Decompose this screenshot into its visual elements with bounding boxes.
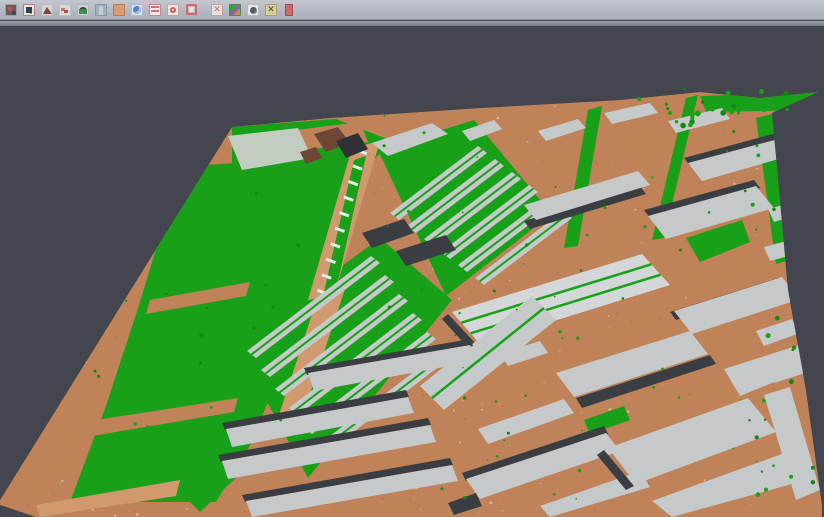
- clear-selection-button[interactable]: ✕: [209, 2, 225, 18]
- align-region-icon: [23, 4, 35, 16]
- classification-colors-icon: [229, 4, 241, 16]
- red-layers-icon: [149, 4, 161, 16]
- sparse-points-icon: [59, 4, 71, 16]
- 3d-viewport[interactable]: [0, 26, 824, 517]
- clear-selection-icon: ✕: [211, 4, 223, 16]
- terrain-model-icon: [77, 4, 89, 16]
- classification-colors-button[interactable]: [227, 2, 243, 18]
- red-ruler-icon: [285, 4, 293, 16]
- terrain-brown-icon: [41, 4, 53, 16]
- texture-column-icon: [95, 4, 107, 16]
- terrain-model-button[interactable]: [75, 2, 91, 18]
- red-layers-button[interactable]: [147, 2, 163, 18]
- terrain-brown-button[interactable]: [39, 2, 55, 18]
- point-cloud-scene: [0, 26, 824, 517]
- main-toolbar: ✕✕: [0, 0, 824, 20]
- orthophoto-icon: [113, 4, 125, 16]
- sparse-points-button[interactable]: [57, 2, 73, 18]
- region-brackets-icon: [186, 4, 197, 15]
- align-region-button[interactable]: [21, 2, 37, 18]
- application-window: { "toolbar": { "icons": [ {"name":"selec…: [0, 0, 824, 517]
- mesh-grid-icon: ✕: [265, 4, 277, 16]
- dark-sphere-icon: [247, 4, 259, 16]
- select-points-button[interactable]: [3, 2, 19, 18]
- record-circle-button[interactable]: [165, 2, 181, 18]
- globe-button[interactable]: [129, 2, 145, 18]
- dark-sphere-button[interactable]: [245, 2, 261, 18]
- globe-icon: [131, 4, 143, 16]
- orthophoto-button[interactable]: [111, 2, 127, 18]
- region-brackets-button[interactable]: [183, 2, 199, 18]
- red-ruler-button[interactable]: [281, 2, 297, 18]
- select-points-icon: [5, 4, 17, 16]
- texture-column-button[interactable]: [93, 2, 109, 18]
- mesh-grid-button[interactable]: ✕: [263, 2, 279, 18]
- record-circle-icon: [167, 4, 179, 16]
